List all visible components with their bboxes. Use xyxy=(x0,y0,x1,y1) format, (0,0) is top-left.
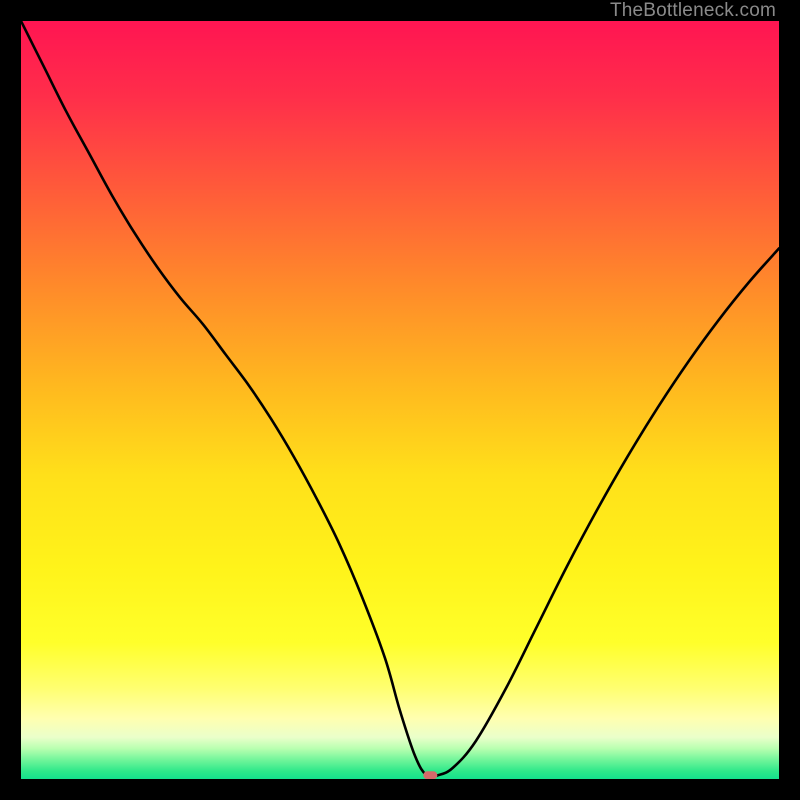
watermark-text: TheBottleneck.com xyxy=(610,0,776,22)
bottleneck-marker xyxy=(423,771,437,779)
chart-frame xyxy=(21,21,779,779)
chart-curve xyxy=(21,21,779,779)
